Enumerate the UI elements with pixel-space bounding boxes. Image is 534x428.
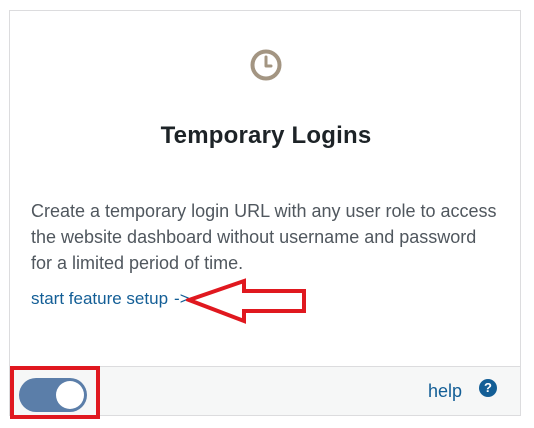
question-icon[interactable]: ? bbox=[479, 379, 497, 397]
annotation-box bbox=[10, 366, 100, 419]
annotation-arrow bbox=[186, 278, 306, 324]
help-link[interactable]: help bbox=[428, 380, 462, 402]
clock-icon bbox=[250, 49, 282, 81]
screenshot-stage: Temporary Logins Create a temporary logi… bbox=[0, 0, 534, 428]
card-title: Temporary Logins bbox=[160, 122, 372, 149]
card-description: Create a temporary login URL with any us… bbox=[31, 201, 497, 273]
setup-link-label: start feature setup bbox=[31, 289, 169, 308]
start-feature-setup-link[interactable]: start feature setup -> bbox=[31, 288, 190, 310]
